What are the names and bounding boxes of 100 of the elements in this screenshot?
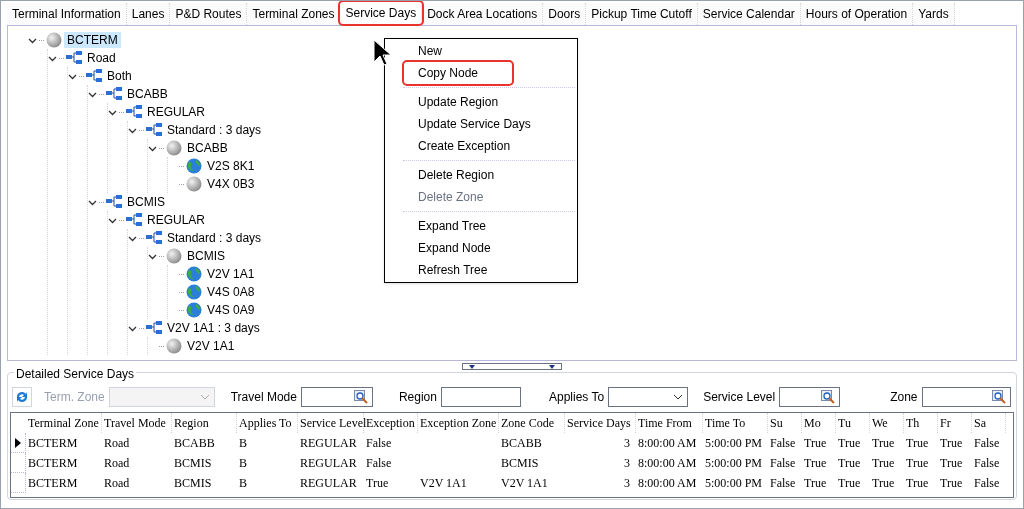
menu-item[interactable]: Copy Node [404, 62, 512, 84]
column-header[interactable]: Applies To [237, 413, 298, 433]
table-cell-text: True [803, 455, 828, 472]
table-cell-text: 8:00:00 AM [637, 455, 698, 472]
table-cell-text: False [769, 455, 797, 472]
sphere-icon [46, 32, 62, 48]
tab[interactable]: Hours of Operation [800, 3, 914, 25]
column-header[interactable]: Travel Mode [102, 413, 172, 433]
refresh-button[interactable] [12, 387, 32, 407]
menu-item[interactable]: New [387, 40, 575, 62]
column-header[interactable]: Time From [636, 413, 703, 433]
column-header[interactable]: Sa [972, 413, 1006, 433]
tab[interactable]: Doors [543, 3, 587, 25]
search-icon[interactable] [353, 390, 368, 404]
table-cell-text: Road [103, 475, 131, 492]
column-header[interactable]: Region [172, 413, 237, 433]
tab[interactable]: Service Calendar [697, 3, 801, 25]
column-header[interactable]: Th [904, 413, 938, 433]
tree-node-label[interactable]: V4X 0B3 [204, 176, 258, 192]
menu-item[interactable]: Refresh Tree [387, 259, 575, 281]
tab[interactable]: Yards [913, 3, 955, 25]
column-header[interactable]: Time To [703, 413, 768, 433]
table-cell-text: True [803, 435, 828, 452]
column-header[interactable]: Exception Zone [418, 413, 499, 433]
splitter-handle[interactable] [462, 363, 562, 370]
tab[interactable]: Dock Area Locations [422, 3, 544, 25]
filter-label: Service Level [703, 389, 776, 406]
dropdown-field[interactable] [608, 387, 689, 407]
globe-icon [186, 158, 202, 174]
table-cell-text: 3 [623, 475, 631, 492]
lookup-field[interactable] [779, 387, 841, 407]
table-cell-text: 3 [623, 455, 631, 472]
table-cell-text: True [939, 435, 964, 452]
table-cell-text: B [238, 435, 248, 452]
column-header[interactable]: Su [768, 413, 802, 433]
filter-label: Applies To [548, 389, 605, 406]
text-field[interactable] [440, 387, 521, 407]
tab[interactable]: Terminal Zones [247, 3, 341, 25]
table-cell-text: BCABB [500, 435, 543, 452]
table-cell-text: False [769, 475, 797, 492]
tree-node-label[interactable]: BCMIS [124, 194, 168, 210]
menu-item[interactable]: Update Service Days [387, 113, 575, 135]
table-cell-text: V2V 1A1 [419, 475, 468, 492]
dropdown-caret-icon [673, 394, 684, 400]
row-header[interactable] [11, 433, 26, 453]
column-header[interactable]: Tu [836, 413, 870, 433]
tree-node-label[interactable]: V2V 1A1 [204, 266, 258, 282]
refresh-icon [14, 389, 30, 405]
menu-item[interactable]: Update Region [387, 91, 575, 113]
menu-item[interactable]: Expand Tree [387, 215, 575, 237]
tree-node-label[interactable]: V4S 0A9 [204, 302, 258, 318]
tab[interactable]: P&D Routes [170, 3, 248, 25]
tree-node-label[interactable]: BCTERM [64, 32, 121, 48]
dropdown-caret-icon [199, 394, 210, 400]
tree-node-label[interactable]: V2S 8K1 [204, 158, 258, 174]
table-cell-text: True [871, 475, 896, 492]
tab[interactable]: Lanes [126, 3, 171, 25]
tab[interactable]: Terminal Information [7, 3, 127, 25]
table-cell-text: BCTERM [27, 475, 79, 492]
lookup-field[interactable] [921, 387, 1011, 407]
tree-node-label[interactable]: Both [104, 68, 135, 84]
network-icon [106, 87, 122, 101]
tree-node-label[interactable]: V4S 0A8 [204, 284, 258, 300]
lookup-field[interactable] [300, 387, 373, 407]
tree-node-label[interactable]: V2V 1A1 : 3 days [164, 320, 263, 336]
tree-node-label[interactable]: V2V 1A1 [184, 338, 238, 354]
search-icon[interactable] [991, 390, 1006, 404]
menu-item[interactable]: Delete Region [387, 164, 575, 186]
current-row-icon [15, 437, 21, 448]
tree-node-label[interactable]: REGULAR [144, 212, 208, 228]
column-header[interactable]: Zone Code [499, 413, 565, 433]
column-header[interactable]: Service Days [565, 413, 636, 433]
search-icon[interactable] [821, 390, 836, 404]
globe-icon [186, 302, 202, 318]
tab[interactable]: Service Days [340, 2, 423, 24]
column-header[interactable]: Exception [364, 413, 418, 433]
tree-node-label[interactable]: BCABB [124, 86, 171, 102]
network-icon [66, 51, 82, 65]
network-icon [106, 195, 122, 209]
menu-item[interactable]: Create Exception [387, 135, 575, 157]
table-cell-text: REGULAR [299, 455, 358, 472]
column-header[interactable]: Mo [802, 413, 836, 433]
table-cell-text: True [905, 435, 930, 452]
tab[interactable]: Pickup Time Cutoff [586, 3, 698, 25]
menu-item[interactable]: Expand Node [387, 237, 575, 259]
tree-node-label[interactable]: Standard : 3 days [164, 230, 265, 246]
column-header[interactable]: Fr [938, 413, 972, 433]
sphere-icon [166, 338, 182, 354]
network-icon [126, 105, 142, 119]
tree-node-label[interactable]: REGULAR [144, 104, 208, 120]
table-cell-text: BCTERM [27, 435, 79, 452]
tree-node-label[interactable]: Road [84, 50, 119, 66]
tree-node-label[interactable]: Standard : 3 days [164, 122, 265, 138]
tree-node-label[interactable]: BCABB [184, 140, 231, 156]
column-header[interactable]: We [870, 413, 904, 433]
table-cell-text: 8:00:00 AM [637, 435, 698, 452]
tree-node-label[interactable]: BCMIS [184, 248, 228, 264]
collapse-arrow-icon [469, 364, 475, 369]
column-header[interactable]: Terminal Zone [26, 413, 102, 433]
table-cell-text: True [871, 435, 896, 452]
